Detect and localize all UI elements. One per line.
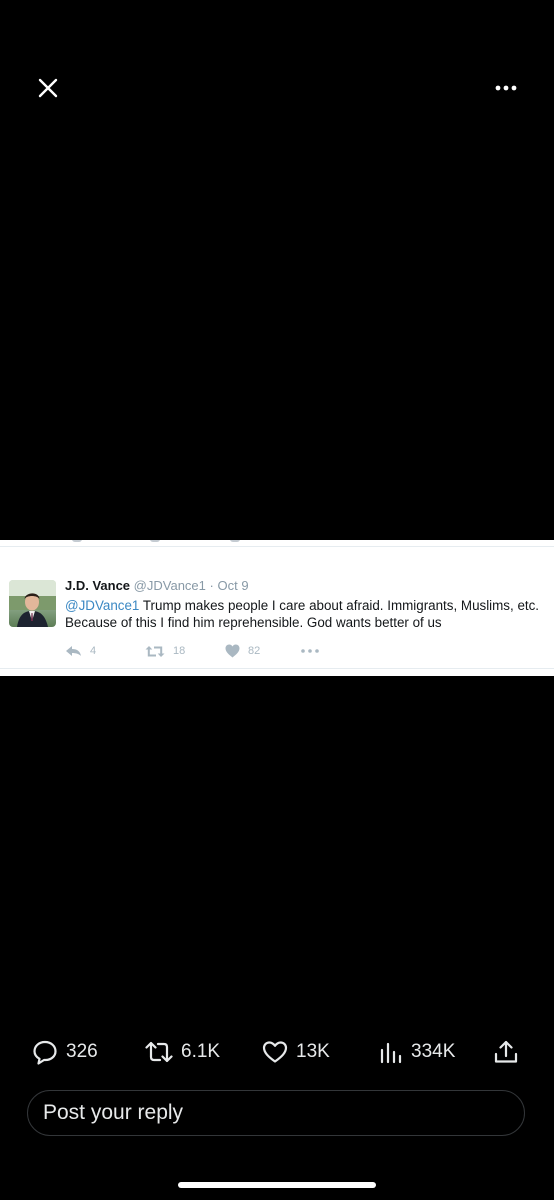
views-bar-chart-icon xyxy=(380,1042,402,1064)
repost-button[interactable]: 6.1K xyxy=(145,1034,220,1070)
engagement-bar: 326 6.1K 13K 334K xyxy=(0,1034,554,1070)
tweet-text-line-1: @JDVance1 Trump makes people I care abou… xyxy=(65,597,554,614)
reply-arrow-icon xyxy=(66,646,81,656)
like-button[interactable]: 13K xyxy=(262,1034,330,1070)
heart-icon xyxy=(225,644,240,658)
repost-icon xyxy=(145,1041,173,1063)
close-icon xyxy=(38,78,58,98)
tweet-text-line-1-rest: Trump makes people I care about afraid. … xyxy=(139,598,540,613)
share-button[interactable] xyxy=(493,1034,519,1070)
previous-tweet-strip xyxy=(0,540,554,547)
reply-button[interactable]: 326 xyxy=(32,1034,98,1070)
tweet-retweet-action: 18 xyxy=(145,645,225,658)
comment-bubble-icon xyxy=(33,1040,57,1065)
close-button[interactable] xyxy=(30,70,66,106)
views-count: 334K xyxy=(411,1041,456,1062)
tweet-date: Oct 9 xyxy=(217,578,249,593)
more-options-button[interactable] xyxy=(488,70,524,106)
tweet-more-action xyxy=(301,649,319,653)
reply-placeholder: Post your reply xyxy=(43,1101,184,1124)
tweet-text: @JDVance1 Trump makes people I care abou… xyxy=(65,597,554,631)
tweet-screenshot-image[interactable]: J.D. Vance @JDVance1 · Oct 9 @JDVance1 T… xyxy=(0,540,554,676)
heart-icon xyxy=(262,1041,288,1063)
tweet-like-count: 82 xyxy=(248,645,261,657)
home-indicator[interactable] xyxy=(178,1182,376,1188)
tweet-mention: @JDVance1 xyxy=(65,598,140,613)
more-horizontal-icon xyxy=(495,85,517,91)
separator: · xyxy=(209,578,214,593)
tweet-reply-count: 4 xyxy=(90,645,97,657)
more-dots-icon xyxy=(301,649,319,653)
tweet-like-action: 82 xyxy=(225,644,301,658)
author-name: J.D. Vance xyxy=(65,578,131,593)
repost-count: 6.1K xyxy=(181,1041,221,1062)
tweet-author-line: J.D. Vance @JDVance1 · Oct 9 xyxy=(65,578,249,593)
views-button[interactable]: 334K xyxy=(379,1034,455,1070)
like-count: 13K xyxy=(296,1041,330,1062)
tweet-text-line-2: Because of this I find him reprehensible… xyxy=(65,615,442,630)
retweet-icon xyxy=(145,645,165,657)
avatar xyxy=(9,580,56,627)
divider xyxy=(0,668,554,669)
tweet-reply-action: 4 xyxy=(65,645,145,657)
author-handle: @JDVance1 xyxy=(133,578,206,593)
reply-input[interactable]: Post your reply xyxy=(27,1090,525,1136)
reply-count: 326 xyxy=(66,1041,98,1062)
share-upload-icon xyxy=(494,1040,518,1063)
tweet-action-bar: 4 18 82 xyxy=(65,642,319,660)
tweet-retweet-count: 18 xyxy=(173,645,186,657)
